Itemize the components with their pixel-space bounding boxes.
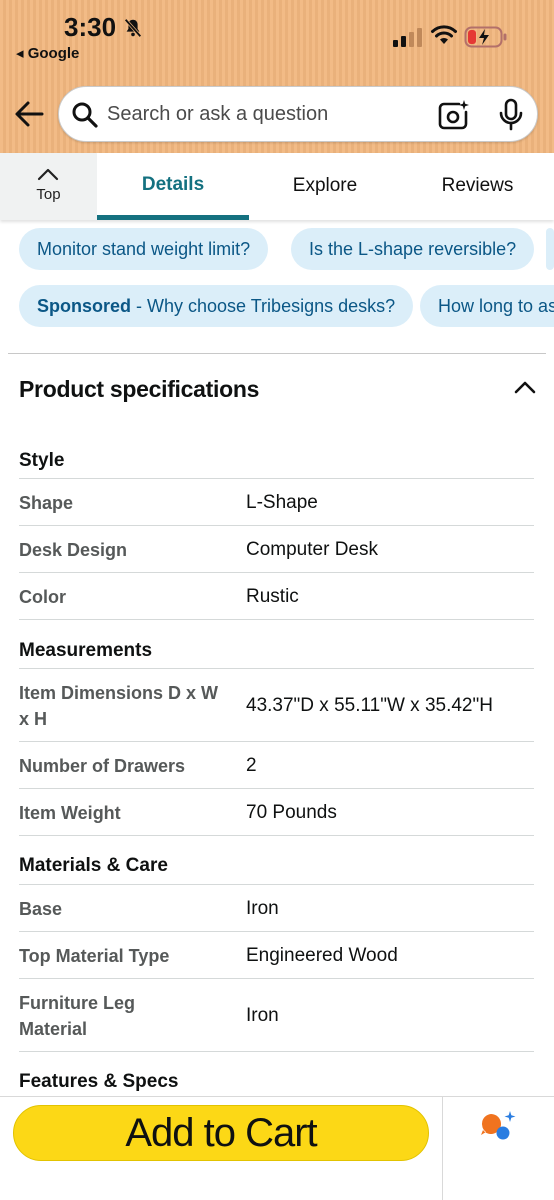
sponsored-label: Sponsored [37,296,132,316]
cellular-signal-icon [393,28,422,47]
spec-value: Iron [246,898,279,919]
spec-value: 70 Pounds [246,802,337,823]
spec-value: Engineered Wood [246,945,398,966]
back-to-app-link[interactable]: ◂ Google [16,44,79,62]
spec-key: Desk Design [19,540,128,560]
tab-explore[interactable]: Explore [249,175,401,197]
active-tab-indicator [97,215,249,220]
spec-key: Item Dimensions D x W x H [19,683,219,729]
spec-section-heading: Materials & Care [19,855,168,876]
tab-reviews[interactable]: Reviews [401,175,554,197]
spec-section-heading: Features & Specs [19,1071,179,1092]
question-chip[interactable]: How long to as [420,285,554,327]
spec-row-divider [19,978,534,979]
search-input[interactable]: Search or ask a question [107,103,328,126]
spec-key: Shape [19,493,74,513]
section-divider [8,353,546,354]
spec-key: Number of Drawers [19,756,186,776]
question-chip[interactable]: Is the L-shape reversible? [291,228,535,270]
product-tab-bar: Top Details Explore Reviews [0,153,554,220]
spec-value: Iron [246,1005,279,1026]
status-time: 3:30 [64,12,117,42]
battery-charging-icon [464,26,507,48]
spec-row-divider [19,525,534,526]
chevron-up-icon [37,168,59,181]
spec-value: Computer Desk [246,539,378,560]
spec-key: Furniture Leg Material [19,993,135,1039]
spec-row-divider [19,741,534,742]
spec-row-divider [19,478,534,479]
chevron-up-icon[interactable] [514,379,536,395]
rufus-assistant-button[interactable] [442,1097,554,1200]
sponsored-chip[interactable]: Sponsored - Why choose Tribesigns desks? [19,285,414,327]
spec-key: Top Material Type [19,946,170,966]
spec-section-heading: Style [19,450,65,471]
search-bar[interactable]: Search or ask a question [58,86,538,142]
tab-details[interactable]: Details [97,174,249,196]
spec-key: Color [19,587,66,607]
camera-search-icon[interactable] [437,99,469,131]
rufus-assistant-icon [481,1111,516,1140]
search-icon [72,102,98,128]
spec-row-divider [19,572,534,573]
spec-value: 2 [246,755,257,776]
spec-key: Base [19,899,63,919]
spec-section-heading: Measurements [19,640,153,661]
spec-row-divider [19,788,534,789]
bottom-action-bar: Add to Cart [0,1096,554,1200]
question-chip[interactable]: Monitor stand weight limit? [19,228,269,270]
spec-key: Item Weight [19,803,121,823]
spec-row-divider [19,1051,534,1052]
spec-row-divider [19,619,534,620]
spec-value: Rustic [246,586,299,607]
tab-top-label: Top [36,186,61,203]
spec-row-divider [19,668,534,669]
add-to-cart-button[interactable]: Add to Cart [13,1105,429,1161]
sponsored-chip-text: - Why choose Tribesigns desks? [131,296,396,316]
wifi-icon [431,25,457,44]
bell-muted-icon [124,18,142,38]
spec-value: L-Shape [246,492,318,513]
spec-value: 43.37"D x 55.11"W x 35.42"H [246,695,493,716]
app-header: 3:30 ◂ Google Search or ask a question [0,0,554,153]
spec-row-divider [19,884,534,885]
back-arrow-icon[interactable] [12,96,46,132]
spec-row-divider [19,931,534,932]
question-chip-partial[interactable] [546,228,554,270]
tab-top[interactable]: Top [0,153,97,220]
spec-row-divider [19,835,534,836]
microphone-icon[interactable] [497,98,525,132]
product-specifications-heading[interactable]: Product specifications [19,376,259,403]
